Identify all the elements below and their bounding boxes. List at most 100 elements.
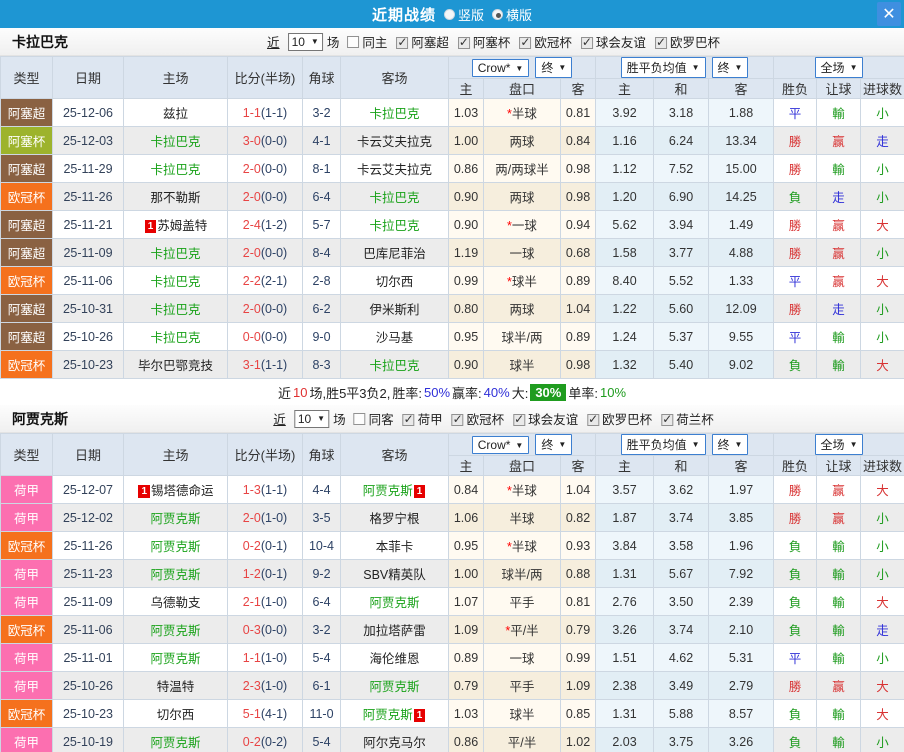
league-checkbox[interactable] bbox=[396, 35, 409, 49]
score-cell: 2-0(1-0) bbox=[227, 503, 303, 532]
match-type: 荷甲 bbox=[0, 587, 53, 616]
avg-home-odds: 2.03 bbox=[595, 727, 654, 752]
avg-away-odds: 1.33 bbox=[707, 266, 775, 295]
league-checkbox[interactable] bbox=[451, 412, 464, 426]
odds-company-select[interactable]: Crow* bbox=[471, 59, 530, 77]
team1-name: 卡拉巴克 bbox=[12, 33, 68, 50]
avg-period-select[interactable]: 终 bbox=[711, 57, 749, 78]
result-winloss: 平 bbox=[773, 266, 818, 295]
team-label: 阿贾克斯 bbox=[150, 540, 201, 554]
avg-home-odds: 3.57 bbox=[595, 475, 654, 504]
league-checkbox[interactable] bbox=[402, 412, 415, 426]
team-label: 阿贾克斯 bbox=[150, 736, 201, 750]
away-team: 卡云艾夫拉克 bbox=[340, 126, 449, 155]
same-home-checkbox[interactable] bbox=[347, 35, 360, 48]
scope-select[interactable]: 全场 bbox=[814, 57, 864, 78]
summary-part: 单率: bbox=[568, 385, 598, 401]
team2-filter-bar: 阿贾克斯 近 10 场 同客 荷甲 欧冠杯 球会友谊 欧罗巴杯 荷兰杯 bbox=[0, 405, 904, 433]
handicap-cell: *球半 bbox=[483, 266, 561, 295]
result-goals: 小 bbox=[860, 98, 904, 127]
score-cell: 0-0(0-0) bbox=[227, 322, 303, 351]
odds-period-select[interactable]: 终 bbox=[535, 57, 573, 78]
dialog-header: 近期战绩 竖版 横版 bbox=[0, 0, 904, 28]
avg-odds-select[interactable]: 胜平负均值 bbox=[620, 434, 706, 455]
scope-select[interactable]: 全场 bbox=[814, 434, 864, 455]
league-checkbox[interactable] bbox=[654, 35, 667, 49]
same-away-label: 同客 bbox=[368, 413, 394, 427]
subcol-header: 和 bbox=[653, 78, 709, 99]
avg-home-odds: 1.31 bbox=[595, 559, 654, 588]
league-label: 球会友谊 bbox=[528, 413, 579, 427]
match-type: 阿塞超 bbox=[0, 238, 53, 267]
result-goals: 大 bbox=[860, 699, 904, 728]
result-winloss: 負 bbox=[773, 615, 818, 644]
avg-period-select[interactable]: 终 bbox=[711, 434, 749, 455]
avg-draw-odds: 5.60 bbox=[653, 294, 709, 323]
home-odds: 1.03 bbox=[448, 98, 484, 127]
same-away-checkbox[interactable] bbox=[353, 412, 366, 425]
subcol-header: 主 bbox=[595, 455, 654, 476]
match-row: 欧冠杯 25-11-06 卡拉巴克 2-2(2-1) 2-8 切尔西 0.99 *球半 0.89… bbox=[0, 266, 904, 295]
avg-away-odds: 1.88 bbox=[707, 98, 775, 127]
home-odds: 1.06 bbox=[448, 503, 484, 532]
rank-badge: 1 bbox=[138, 485, 151, 498]
team2-name: 阿贾克斯 bbox=[12, 410, 68, 427]
league-checkbox[interactable] bbox=[661, 412, 674, 426]
league-checkbox[interactable] bbox=[519, 35, 532, 49]
team-label: 卡拉巴克 bbox=[369, 191, 420, 205]
avg-away-odds: 1.96 bbox=[707, 531, 775, 560]
result-winloss: 勝 bbox=[773, 475, 818, 504]
close-icon[interactable] bbox=[877, 2, 901, 26]
away-odds: 1.09 bbox=[560, 671, 596, 700]
avg-draw-odds: 5.37 bbox=[653, 322, 709, 351]
odds-period-value: 终 bbox=[541, 438, 554, 452]
league-checkbox[interactable] bbox=[457, 35, 470, 49]
result-winloss: 勝 bbox=[773, 210, 818, 239]
avg-group-header: 胜平负均值 终 bbox=[594, 433, 775, 456]
league-label: 欧罗巴杯 bbox=[669, 36, 720, 50]
match-count-select[interactable]: 10 bbox=[293, 409, 330, 428]
match-count-select[interactable]: 10 bbox=[287, 32, 323, 51]
summary-part: 场,胜5平3负2, bbox=[309, 385, 391, 401]
league-checkbox-group: 荷甲 欧冠杯 球会友谊 欧罗巴杯 荷兰杯 bbox=[395, 409, 715, 428]
match-date: 25-11-29 bbox=[52, 154, 124, 183]
avg-draw-odds: 3.49 bbox=[653, 671, 709, 700]
team-label: 卡拉巴克 bbox=[150, 163, 201, 177]
match-row: 阿塞超 25-12-06 兹拉 1-1(1-1) 3-2 卡拉巴克 1.03 *半球 0.81 3… bbox=[0, 98, 904, 127]
halftime-score: (1-2) bbox=[260, 217, 288, 232]
layout-vertical-radio[interactable] bbox=[443, 8, 455, 20]
away-odds: 0.82 bbox=[560, 503, 596, 532]
handicap-label: 平手 bbox=[509, 680, 535, 694]
league-checkbox[interactable] bbox=[587, 412, 600, 426]
corner-count: 9-0 bbox=[302, 322, 341, 351]
corner-count: 3-2 bbox=[302, 98, 341, 127]
league-checkbox[interactable] bbox=[580, 35, 593, 49]
corner-count: 6-1 bbox=[302, 671, 341, 700]
team-label: 阿贾克斯 bbox=[150, 568, 201, 582]
handicap-label: 球半/两 bbox=[501, 568, 543, 582]
handicap-cell: *半球 bbox=[483, 98, 561, 127]
result-winloss: 勝 bbox=[773, 154, 818, 183]
avg-home-odds: 1.51 bbox=[595, 643, 654, 672]
league-label: 欧冠杯 bbox=[534, 36, 572, 50]
away-odds: 0.99 bbox=[560, 643, 596, 672]
score-cell: 2-4(1-2) bbox=[227, 210, 303, 239]
avg-draw-odds: 3.50 bbox=[653, 587, 709, 616]
odds-company-select[interactable]: Crow* bbox=[471, 436, 530, 454]
away-odds: 0.85 bbox=[560, 699, 596, 728]
avg-odds-select[interactable]: 胜平负均值 bbox=[620, 57, 706, 78]
home-odds: 1.07 bbox=[448, 587, 484, 616]
league-checkbox[interactable] bbox=[513, 412, 526, 426]
league-label: 荷兰杯 bbox=[676, 413, 714, 427]
halftime-score: (1-0) bbox=[260, 594, 288, 609]
away-team: 阿贾克斯 bbox=[340, 671, 449, 700]
avg-away-odds: 3.26 bbox=[707, 727, 775, 752]
away-team: 阿尔克马尔 bbox=[340, 727, 449, 752]
home-team: 特温特 bbox=[123, 671, 228, 700]
odds-period-select[interactable]: 终 bbox=[535, 434, 573, 455]
layout-horizontal-radio[interactable] bbox=[492, 8, 503, 20]
avg-away-odds: 4.88 bbox=[707, 238, 775, 267]
match-type: 欧冠杯 bbox=[0, 699, 53, 728]
team1-filter-controls: 近 10 场 同主 阿塞超 阿塞杯 欧冠杯 球会友谊 欧罗巴杯 bbox=[267, 32, 721, 51]
avg-draw-odds: 7.52 bbox=[653, 154, 709, 183]
